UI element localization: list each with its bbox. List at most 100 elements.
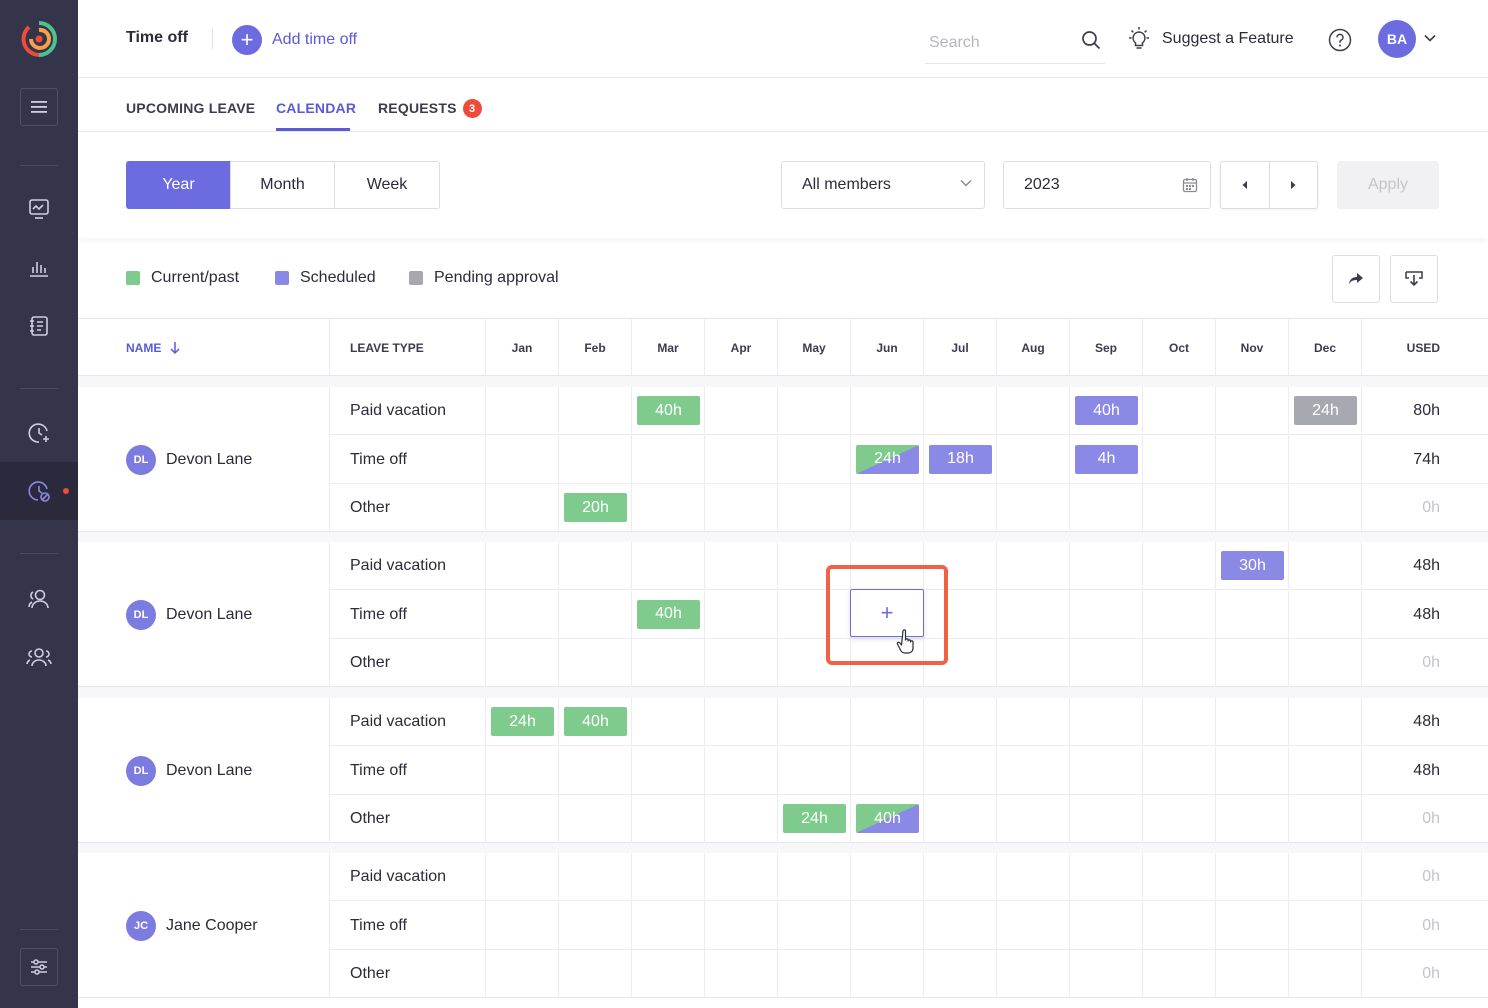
tab-requests[interactable]: REQUESTS 3	[378, 99, 482, 119]
month-cell[interactable]	[705, 387, 778, 435]
month-cell[interactable]	[1289, 590, 1362, 639]
month-cell[interactable]	[851, 950, 924, 998]
employee-cell[interactable]: DL Devon Lane	[78, 542, 330, 687]
settings-button[interactable]	[20, 948, 58, 986]
month-cell[interactable]	[997, 746, 1070, 795]
month-cell[interactable]	[1289, 435, 1362, 484]
month-cell[interactable]	[559, 435, 632, 484]
month-cell[interactable]	[1070, 795, 1143, 843]
next-year-button[interactable]	[1268, 162, 1317, 208]
nav-dashboard[interactable]	[0, 180, 78, 238]
month-cell[interactable]	[486, 639, 559, 687]
view-month-button[interactable]: Month	[230, 161, 335, 209]
month-cell[interactable]	[924, 950, 997, 998]
month-cell[interactable]	[997, 698, 1070, 746]
nav-timesheets[interactable]	[0, 297, 78, 355]
month-cell[interactable]	[1216, 853, 1289, 901]
month-cell[interactable]	[1143, 435, 1216, 484]
month-cell[interactable]	[705, 484, 778, 532]
month-cell[interactable]	[1143, 853, 1216, 901]
month-cell[interactable]	[997, 950, 1070, 998]
month-cell[interactable]	[1070, 639, 1143, 687]
month-cell[interactable]	[1289, 950, 1362, 998]
month-cell[interactable]	[924, 746, 997, 795]
nav-time-tracking[interactable]	[0, 404, 78, 462]
month-cell[interactable]	[1289, 484, 1362, 532]
month-cell[interactable]	[1070, 901, 1143, 950]
month-cell[interactable]	[632, 853, 705, 901]
nav-people[interactable]	[0, 570, 78, 628]
month-cell[interactable]	[778, 435, 851, 484]
month-cell[interactable]	[486, 901, 559, 950]
month-cell[interactable]	[486, 746, 559, 795]
month-cell[interactable]	[924, 484, 997, 532]
month-cell[interactable]	[778, 387, 851, 435]
month-cell[interactable]	[486, 950, 559, 998]
month-cell[interactable]	[1143, 950, 1216, 998]
month-cell[interactable]	[1070, 853, 1143, 901]
month-cell[interactable]	[632, 435, 705, 484]
month-cell[interactable]	[559, 901, 632, 950]
month-cell[interactable]	[1143, 639, 1216, 687]
month-cell[interactable]	[1143, 698, 1216, 746]
month-cell[interactable]	[924, 795, 997, 843]
leave-chip[interactable]: 20h	[564, 493, 627, 522]
month-cell[interactable]	[1143, 484, 1216, 532]
month-cell[interactable]	[1070, 590, 1143, 639]
user-avatar[interactable]: BA	[1378, 20, 1416, 58]
month-cell[interactable]	[705, 542, 778, 590]
month-cell[interactable]	[705, 590, 778, 639]
month-cell[interactable]	[559, 542, 632, 590]
app-logo[interactable]	[0, 10, 78, 68]
month-cell[interactable]	[997, 435, 1070, 484]
month-cell[interactable]	[1143, 542, 1216, 590]
month-cell[interactable]	[1070, 542, 1143, 590]
month-cell[interactable]	[486, 853, 559, 901]
month-cell[interactable]	[997, 639, 1070, 687]
month-cell[interactable]	[559, 853, 632, 901]
month-cell[interactable]	[559, 590, 632, 639]
month-cell[interactable]	[1289, 639, 1362, 687]
month-cell[interactable]	[924, 698, 997, 746]
previous-year-button[interactable]	[1221, 162, 1269, 208]
add-time-off-button[interactable]: + Add time off	[232, 25, 357, 55]
month-cell[interactable]	[632, 746, 705, 795]
month-cell[interactable]	[1289, 853, 1362, 901]
nav-reports[interactable]	[0, 238, 78, 296]
month-cell[interactable]	[997, 795, 1070, 843]
month-cell[interactable]	[1143, 901, 1216, 950]
view-year-button[interactable]: Year	[126, 161, 231, 209]
month-cell[interactable]	[632, 795, 705, 843]
month-cell[interactable]	[486, 542, 559, 590]
year-picker[interactable]: 2023	[1003, 161, 1211, 209]
month-cell[interactable]	[486, 387, 559, 435]
chevron-down-icon[interactable]	[1424, 34, 1436, 42]
month-cell[interactable]	[705, 853, 778, 901]
month-cell[interactable]	[705, 795, 778, 843]
month-cell[interactable]	[997, 590, 1070, 639]
month-cell[interactable]	[997, 853, 1070, 901]
month-cell[interactable]	[559, 639, 632, 687]
leave-chip[interactable]: 4h	[1075, 444, 1138, 474]
month-cell[interactable]	[705, 746, 778, 795]
month-cell[interactable]	[851, 698, 924, 746]
month-cell[interactable]	[778, 901, 851, 950]
month-cell[interactable]	[1143, 795, 1216, 843]
month-cell[interactable]	[632, 542, 705, 590]
leave-chip[interactable]: 24h	[783, 804, 846, 833]
month-cell[interactable]	[1216, 590, 1289, 639]
month-cell[interactable]	[559, 795, 632, 843]
month-cell[interactable]	[632, 698, 705, 746]
month-cell[interactable]	[559, 950, 632, 998]
month-cell[interactable]	[1289, 746, 1362, 795]
suggest-feature-button[interactable]: Suggest a Feature	[1126, 26, 1294, 52]
month-cell[interactable]	[632, 639, 705, 687]
month-cell[interactable]	[1289, 795, 1362, 843]
search-icon[interactable]	[1081, 30, 1101, 50]
month-cell[interactable]	[851, 484, 924, 532]
month-cell[interactable]	[1289, 542, 1362, 590]
month-cell[interactable]	[486, 435, 559, 484]
month-cell[interactable]	[1216, 698, 1289, 746]
leave-chip[interactable]: 30h	[1221, 551, 1284, 580]
month-cell[interactable]	[778, 698, 851, 746]
